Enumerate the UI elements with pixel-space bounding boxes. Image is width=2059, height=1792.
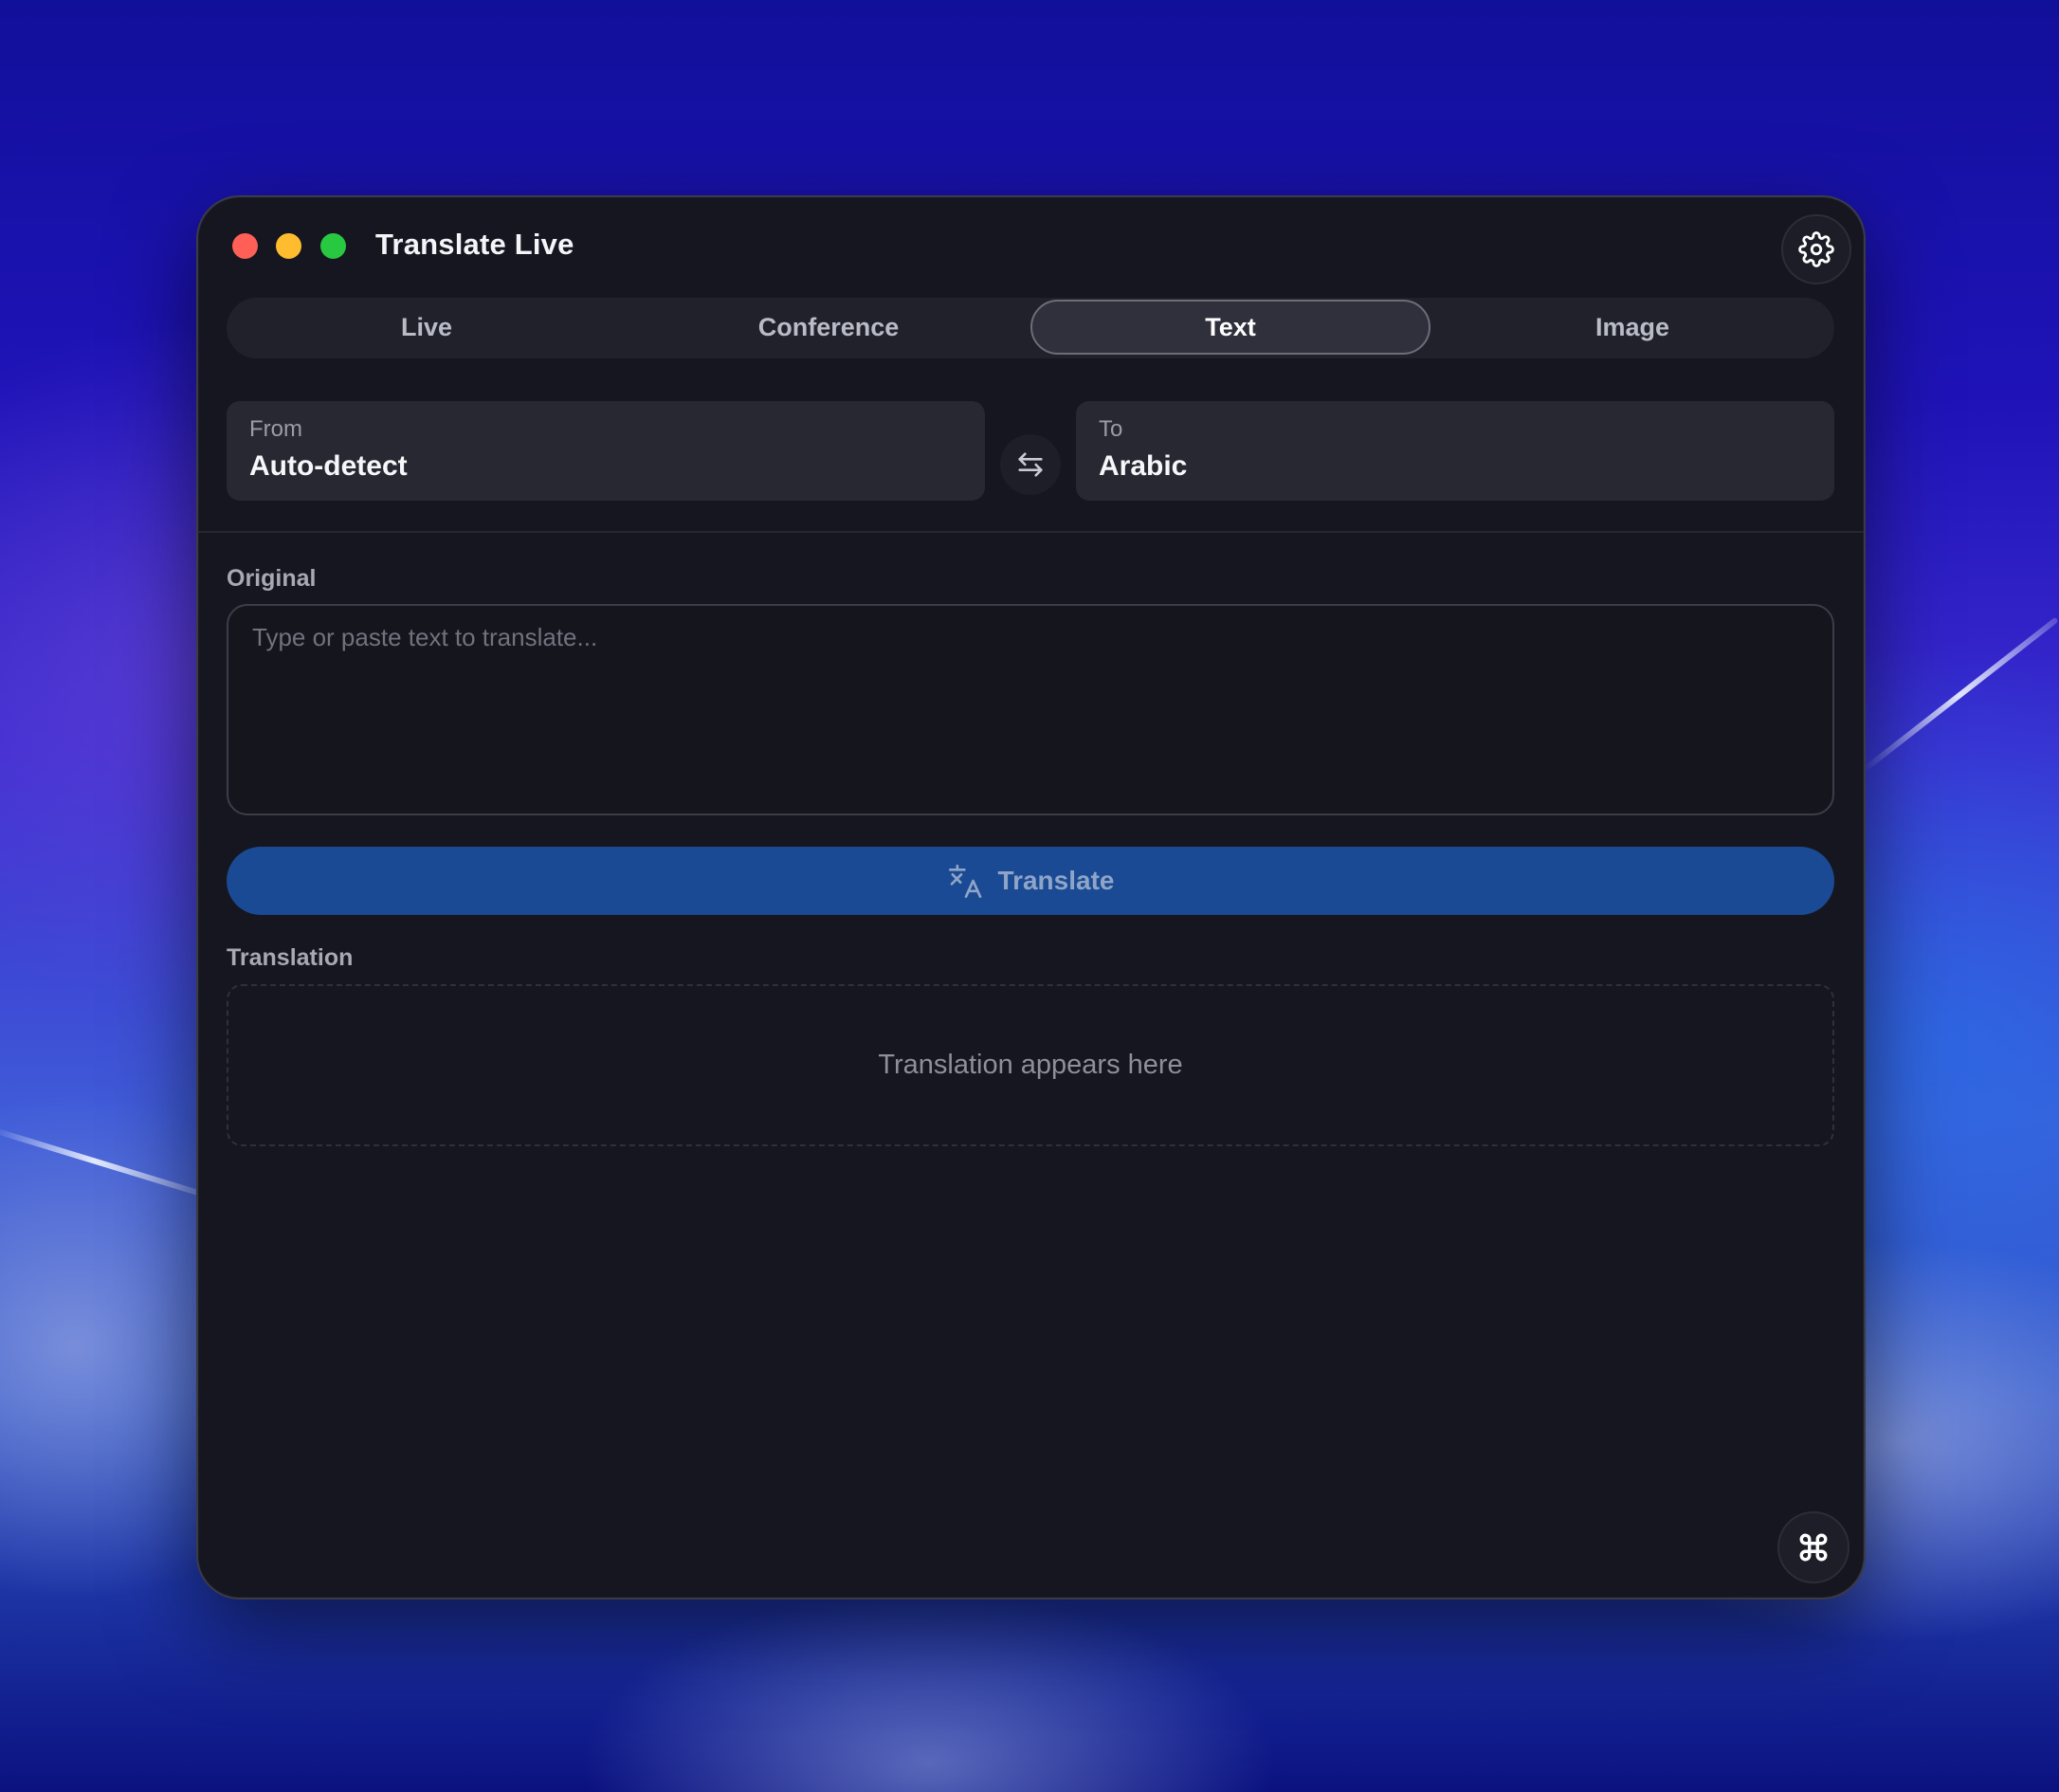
close-window-button[interactable] (232, 233, 258, 259)
translate-icon (948, 864, 981, 898)
tab-text[interactable]: Text (1030, 300, 1430, 355)
translate-button[interactable]: Translate (227, 847, 1834, 915)
translation-output: Translation appears here (227, 984, 1834, 1146)
gear-icon (1798, 231, 1834, 267)
swap-languages-button[interactable] (1000, 434, 1061, 495)
translation-label: Translation (227, 944, 354, 971)
section-divider (198, 531, 1864, 533)
target-language-caption: To (1099, 416, 1123, 442)
app-window: Translate Live Live Conference Text Imag… (196, 195, 1866, 1600)
source-language-caption: From (249, 416, 302, 442)
zoom-window-button[interactable] (320, 233, 346, 259)
command-icon (1799, 1533, 1828, 1562)
original-label: Original (227, 565, 317, 592)
original-text-area (227, 604, 1834, 815)
desktop-background: Translate Live Live Conference Text Imag… (0, 0, 2059, 1792)
tab-live[interactable]: Live (227, 300, 627, 355)
translate-button-label: Translate (997, 866, 1115, 895)
swap-arrows-icon (1018, 452, 1043, 477)
tab-conference[interactable]: Conference (629, 300, 1029, 355)
wallpaper-light-streak (1861, 616, 2059, 774)
source-language-value: Auto-detect (249, 450, 408, 482)
settings-button[interactable] (1781, 214, 1851, 284)
source-language-selector[interactable]: From Auto-detect (227, 401, 985, 501)
command-button[interactable] (1777, 1511, 1849, 1583)
mode-tab-bar: Live Conference Text Image (227, 298, 1834, 358)
target-language-value: Arabic (1099, 450, 1188, 482)
tab-image[interactable]: Image (1432, 300, 1832, 355)
translation-placeholder: Translation appears here (878, 1050, 1183, 1080)
title-bar: Translate Live (198, 197, 1864, 292)
app-title: Translate Live (375, 228, 574, 261)
minimize-window-button[interactable] (276, 233, 301, 259)
target-language-selector[interactable]: To Arabic (1076, 401, 1834, 501)
wallpaper-light-streak (0, 1126, 200, 1197)
original-text-input[interactable] (252, 623, 1809, 796)
